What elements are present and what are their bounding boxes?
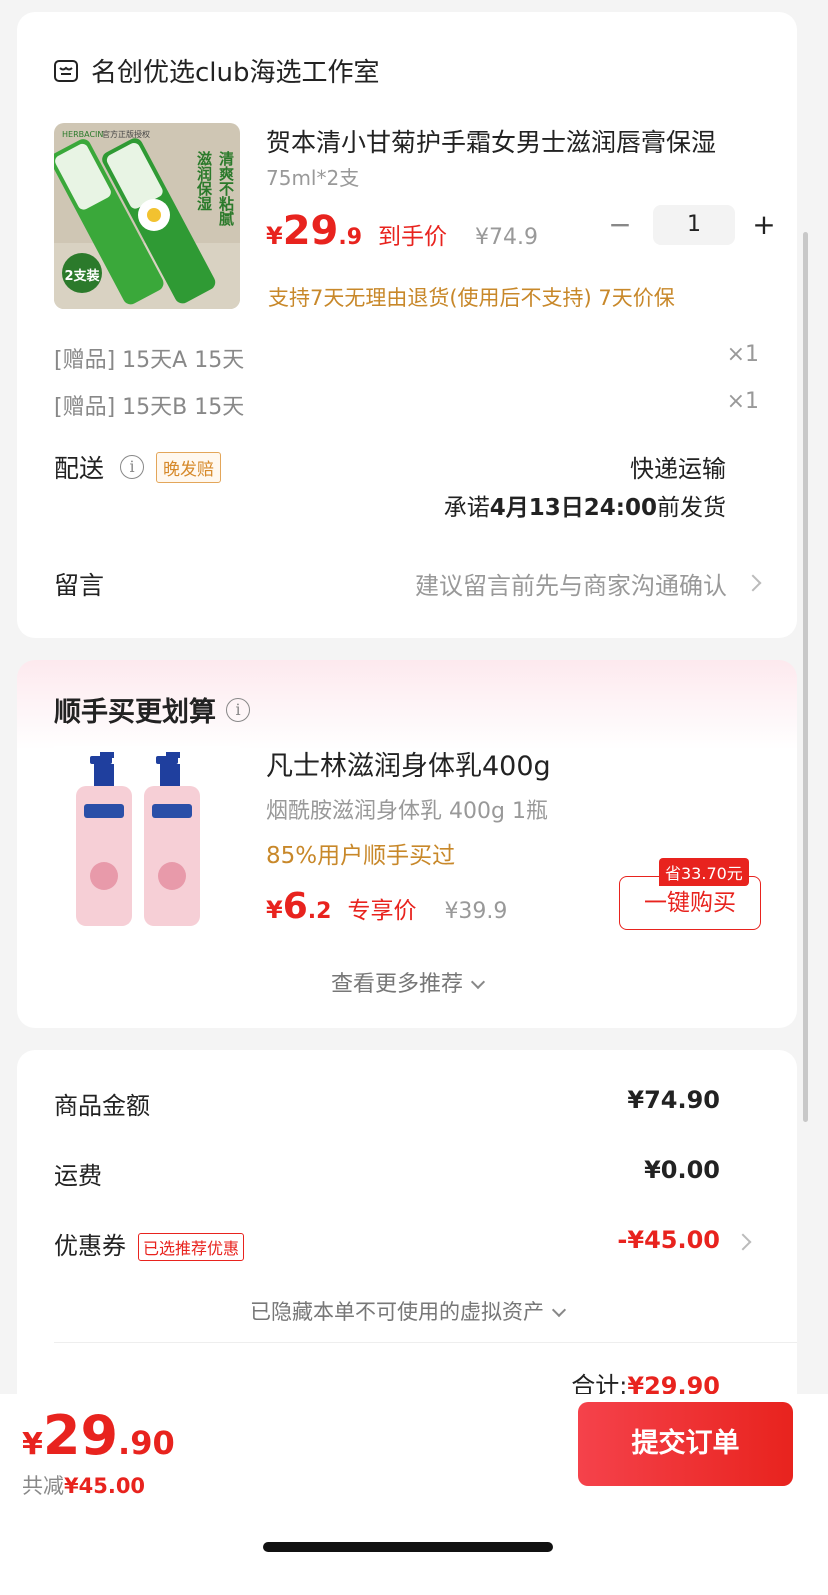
coupon-label: 优惠券 (54, 1232, 126, 1260)
save-badge: 省33.70元 (659, 858, 749, 886)
saved-label: 共减 (22, 1474, 64, 1498)
order-item-card: 名创优选club海选工作室 2支装 HERBACIN 官方正版授权 滋润保湿 清… (17, 12, 797, 638)
price-integer: 29 (282, 208, 339, 254)
goods-amount-value: ¥74.90 (627, 1086, 720, 1114)
more-recommendations-label: 查看更多推荐 (330, 972, 463, 997)
shipping-promise-prefix: 承诺 (443, 495, 490, 521)
shipping-promise-time: 4月13日24:00 (489, 495, 657, 521)
quantity-stepper: − 1 + (605, 205, 779, 245)
freight-value: ¥0.00 (644, 1156, 720, 1184)
shipping-row: 配送 i 晚发赔 (54, 449, 222, 485)
total-saved: 共减¥45.00 (22, 1470, 145, 1500)
product-image-line2: 清爽不粘腻 (217, 150, 235, 227)
gift-item: [赠品] 15天B 15天 (54, 395, 245, 420)
shipping-promise-suffix: 前发货 (657, 495, 726, 521)
price-decimal: .2 (307, 899, 332, 924)
recommend-users-note: 85%用户顺手买过 (266, 843, 456, 869)
hidden-assets-toggle[interactable]: 已隐藏本单不可使用的虚拟资产 (17, 1296, 797, 1326)
final-price-decimal: .90 (118, 1424, 175, 1462)
price-symbol: ¥ (266, 222, 283, 250)
message-label: 留言 (54, 571, 105, 600)
chevron-right-icon[interactable] (744, 574, 762, 592)
price-decimal: .9 (338, 225, 363, 250)
product-price: ¥ 29 .9 到手价 ¥74.9 (266, 208, 538, 254)
store-icon (54, 59, 78, 82)
product-image-badge: 2支装 (64, 268, 99, 284)
goods-amount-label: 商品金额 (54, 1092, 150, 1120)
product-image[interactable]: 2支装 HERBACIN 官方正版授权 滋润保湿 清爽不粘腻 (54, 123, 240, 309)
price-symbol: ¥ (266, 896, 283, 924)
shipping-promise: 承诺4月13日24:00前发货 (444, 488, 726, 522)
increase-button[interactable]: + (749, 205, 779, 245)
more-recommendations-link[interactable]: 查看更多推荐 (17, 966, 797, 998)
return-policy: 支持7天无理由退货(使用后不支持) 7天价保 (268, 286, 675, 310)
gift-quantity: ×1 (726, 342, 759, 367)
coupon-row[interactable]: 优惠券 已选推荐优惠 (54, 1226, 245, 1261)
message-input[interactable]: 建议留言前先与商家沟通确认 (415, 566, 727, 601)
recommend-card: 顺手买更划算 i 凡士林滋润身体乳400g 烟酰胺滋润身体乳 400g 1瓶 8… (17, 660, 797, 1028)
home-indicator[interactable] (263, 1542, 553, 1552)
chevron-down-icon (470, 974, 486, 990)
price-integer: 6 (282, 886, 308, 927)
recommend-title: 顺手买更划算 (54, 697, 216, 728)
hidden-assets-label: 已隐藏本单不可使用的虚拟资产 (250, 1300, 544, 1324)
product-image-auth: 官方正版授权 (102, 129, 150, 139)
price-tag: 到手价 (378, 224, 448, 250)
freight-label: 运费 (54, 1162, 102, 1190)
original-price: ¥39.9 (444, 899, 508, 924)
shipping-method: 快递运输 (630, 455, 726, 483)
price-tag: 专享价 (347, 898, 417, 924)
final-price-integer: 29 (42, 1404, 119, 1467)
saved-value: ¥45.00 (64, 1474, 146, 1498)
decrease-button[interactable]: − (605, 205, 635, 245)
chevron-down-icon (551, 1302, 567, 1318)
info-icon[interactable]: i (226, 697, 250, 722)
product-image-brand: HERBACIN (62, 130, 103, 139)
submit-order-button[interactable]: 提交订单 (578, 1402, 793, 1486)
price-summary-card: 商品金额 ¥74.90 运费 ¥0.00 优惠券 已选推荐优惠 -¥45.00 已… (17, 1050, 797, 1430)
original-price: ¥74.9 (475, 225, 539, 250)
late-compensation-badge: 晚发赔 (156, 451, 222, 483)
info-icon[interactable]: i (120, 455, 145, 479)
recommend-product-title[interactable]: 凡士林滋润身体乳400g (266, 744, 551, 783)
gift-quantity: ×1 (726, 389, 759, 414)
recommend-product-spec: 烟酰胺滋润身体乳 400g 1瓶 (266, 799, 548, 824)
recommend-price: ¥ 6 .2 专享价 ¥39.9 (266, 886, 507, 927)
recommend-product-image[interactable] (54, 746, 240, 932)
shipping-label: 配送 (54, 454, 105, 483)
quantity-input[interactable]: 1 (653, 205, 735, 245)
gift-item: [赠品] 15天A 15天 (54, 348, 245, 373)
product-title[interactable]: 贺本清小甘菊护手霜女男士滋润唇膏保湿 (266, 123, 756, 159)
shop-header[interactable]: 名创优选club海选工作室 (53, 52, 380, 89)
product-spec[interactable]: 75ml*2支 (266, 162, 359, 191)
recommend-header: 顺手买更划算 i (54, 690, 250, 729)
chevron-right-icon[interactable] (734, 1233, 752, 1251)
product-image-line1: 滋润保湿 (195, 150, 213, 211)
checkout-bar: ¥ 29 .90 共减¥45.00 提交订单 (0, 1394, 828, 1595)
coupon-value[interactable]: -¥45.00 (617, 1226, 720, 1254)
scrollbar[interactable] (803, 232, 808, 1122)
final-price: ¥ 29 .90 (22, 1404, 175, 1467)
final-price-symbol: ¥ (22, 1427, 43, 1462)
divider (54, 1342, 797, 1343)
shop-name: 名创优选club海选工作室 (91, 58, 380, 88)
coupon-badge: 已选推荐优惠 (138, 1233, 245, 1261)
